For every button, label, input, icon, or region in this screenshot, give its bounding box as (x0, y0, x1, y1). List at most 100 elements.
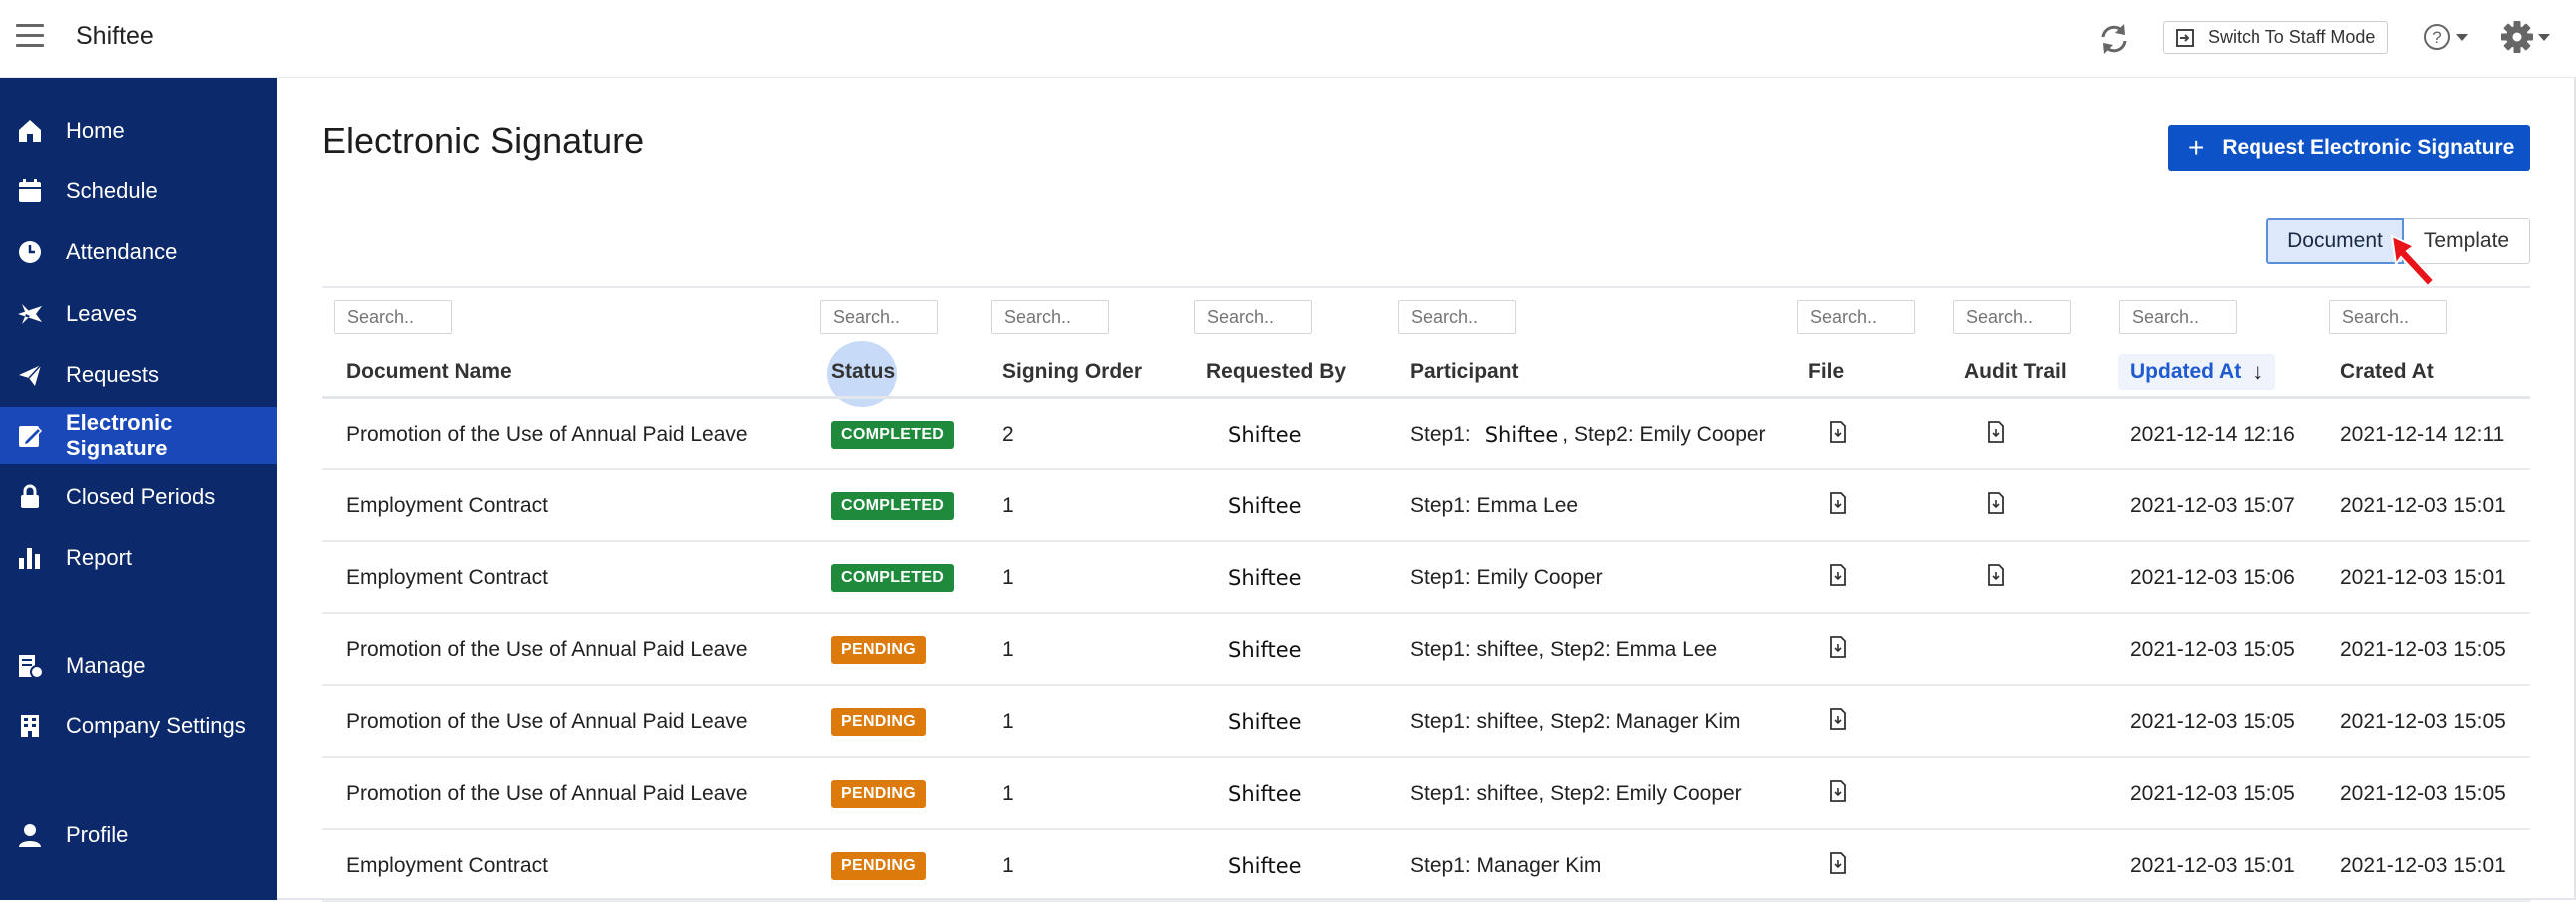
column-header-status[interactable]: Status (831, 354, 895, 390)
cell-file (1829, 542, 1847, 614)
sidebar-item-requests[interactable]: Requests (0, 346, 277, 404)
clock-icon (19, 241, 41, 263)
column-header-signing-order[interactable]: Signing Order (1002, 354, 1142, 390)
help-icon[interactable]: ? (2422, 20, 2472, 54)
search-input-audit-trail[interactable] (1953, 300, 2071, 334)
table-row[interactable]: Promotion of the Use of Annual Paid Leav… (322, 686, 2530, 758)
cell-signing-order: 1 (1002, 854, 1014, 877)
status-badge: COMPLETED (831, 492, 955, 520)
search-input-document-name[interactable] (334, 300, 452, 334)
audit-trail-download-icon[interactable] (1987, 492, 2005, 520)
status-badge: PENDING (831, 636, 926, 664)
cell-updated-at: 2021-12-03 15:01 (2130, 854, 2295, 877)
sidebar-item-profile[interactable]: Profile (0, 806, 277, 864)
table-row[interactable]: Promotion of the Use of Annual Paid Leav… (322, 399, 2530, 470)
cell-document-name: Employment Contract (346, 566, 548, 589)
column-header-participant[interactable]: Participant (1410, 354, 1519, 390)
sidebar-item-label: Requests (66, 362, 159, 387)
sidebar-item-manage[interactable]: Manage (0, 637, 277, 695)
cell-requested-by: Shiftee (1228, 542, 1302, 614)
table-row[interactable]: Promotion of the Use of Annual Paid Leav… (322, 758, 2530, 830)
cell-audit-trail (1987, 470, 2005, 542)
signature-icon (19, 426, 43, 447)
refresh-icon[interactable] (2095, 20, 2133, 58)
search-input-updated-at[interactable] (2119, 300, 2237, 334)
audit-trail-download-icon[interactable] (1987, 564, 2005, 592)
table-row[interactable]: Employment Contract COMPLETED 1 Shiftee Step… (322, 542, 2530, 614)
table-row[interactable]: Employment Contract PENDING 1 Shiftee Step1:… (322, 830, 2530, 902)
cell-document-name: Promotion of the Use of Annual Paid Leav… (346, 638, 748, 661)
cell-updated-at: 2021-12-03 15:05 (2130, 782, 2295, 805)
file-download-icon[interactable] (1829, 708, 1847, 736)
cell-participant: Step1: shiftee, Step2: Manager Kim (1410, 686, 1741, 758)
brand-name: Shiftee (76, 22, 154, 50)
search-input-requested-by[interactable] (1194, 300, 1312, 334)
cell-status: PENDING (831, 830, 926, 902)
cell-file (1829, 614, 1847, 686)
search-input-signing-order[interactable] (991, 300, 1109, 334)
participant-text: Step1: (1410, 423, 1471, 446)
pointer-arrow-icon (2390, 234, 2436, 288)
cell-document-name: Promotion of the Use of Annual Paid Leav… (346, 782, 748, 805)
switch-staff-mode-label: Switch To Staff Mode (2208, 27, 2376, 47)
tab-document[interactable]: Document (2266, 218, 2404, 264)
requester-name: Shiftee (1228, 423, 1302, 447)
cell-created-at: 2021-12-03 15:05 (2340, 710, 2506, 733)
search-input-file[interactable] (1797, 300, 1915, 334)
sidebar-item-leaves[interactable]: Leaves (0, 285, 277, 343)
file-download-icon[interactable] (1829, 421, 1847, 449)
gear-icon[interactable] (2500, 18, 2556, 56)
cell-participant: Step1: Emma Lee (1410, 470, 1578, 542)
search-input-status[interactable] (820, 300, 938, 334)
column-header-created-at[interactable]: Crated At (2340, 354, 2434, 390)
sidebar-item-report[interactable]: Report (0, 529, 277, 587)
cell-created-at: 2021-12-14 12:11 (2340, 423, 2505, 446)
file-download-icon[interactable] (1829, 780, 1847, 808)
cell-updated-at: 2021-12-03 15:07 (2130, 494, 2295, 517)
sidebar-item-label: Home (66, 118, 125, 143)
file-download-icon[interactable] (1829, 492, 1847, 520)
requester-name: Shiftee (1228, 638, 1302, 662)
airplane-icon (18, 304, 42, 324)
svg-text:?: ? (2432, 28, 2441, 47)
sidebar-item-electronic-signature[interactable]: Electronic Signature (0, 407, 277, 464)
participant-text: Step1: Manager Kim (1410, 854, 1602, 877)
table-row[interactable]: Promotion of the Use of Annual Paid Leav… (322, 614, 2530, 686)
requester-name: Shiftee (1228, 782, 1302, 806)
file-download-icon[interactable] (1829, 564, 1847, 592)
search-input-participant[interactable] (1398, 300, 1516, 334)
column-header-requested-by[interactable]: Requested By (1206, 354, 1346, 390)
requester-name: Shiftee (1228, 854, 1302, 878)
sidebar-item-home[interactable]: Home (0, 102, 277, 160)
chevron-down-icon (2538, 33, 2550, 41)
switch-staff-mode-button[interactable]: Switch To Staff Mode (2163, 21, 2388, 54)
top-bar: Shiftee Switch To Staff Mode ? (0, 0, 2576, 78)
table-row[interactable]: Employment Contract COMPLETED 1 Shiftee Step… (322, 470, 2530, 542)
cell-file (1829, 830, 1847, 902)
file-download-icon[interactable] (1829, 852, 1847, 880)
cell-created-at: 2021-12-03 15:01 (2340, 494, 2506, 517)
file-download-icon[interactable] (1829, 636, 1847, 664)
participant-text: Step1: Emma Lee (1410, 494, 1579, 517)
sidebar-item-closed-periods[interactable]: Closed Periods (0, 468, 277, 526)
audit-trail-download-icon[interactable] (1987, 421, 2005, 449)
menu-icon[interactable] (16, 24, 44, 50)
cell-status: PENDING (831, 758, 926, 830)
sidebar-item-attendance[interactable]: Attendance (0, 223, 277, 281)
column-header-audit-trail[interactable]: Audit Trail (1964, 354, 2067, 390)
search-input-created-at[interactable] (2329, 300, 2447, 334)
calendar-icon (19, 179, 41, 202)
column-header-file[interactable]: File (1808, 354, 1844, 390)
requester-name: Shiftee (1228, 494, 1302, 518)
cell-audit-trail (1987, 399, 2005, 470)
request-electronic-signature-button[interactable]: + Request Electronic Signature (2168, 125, 2530, 171)
cell-created-at: 2021-12-03 15:01 (2340, 566, 2506, 589)
sidebar-item-schedule[interactable]: Schedule (0, 162, 277, 220)
user-icon (19, 824, 41, 847)
cell-document-name: Promotion of the Use of Annual Paid Leav… (346, 423, 748, 446)
column-header-document-name[interactable]: Document Name (346, 354, 512, 390)
column-header-updated-at[interactable]: Updated At ↓ (2118, 354, 2276, 390)
status-badge: PENDING (831, 780, 926, 808)
participant-text: Step1: shiftee, Step2: Emily Cooper (1410, 782, 1742, 805)
sidebar-item-company-settings[interactable]: Company Settings (0, 697, 277, 755)
